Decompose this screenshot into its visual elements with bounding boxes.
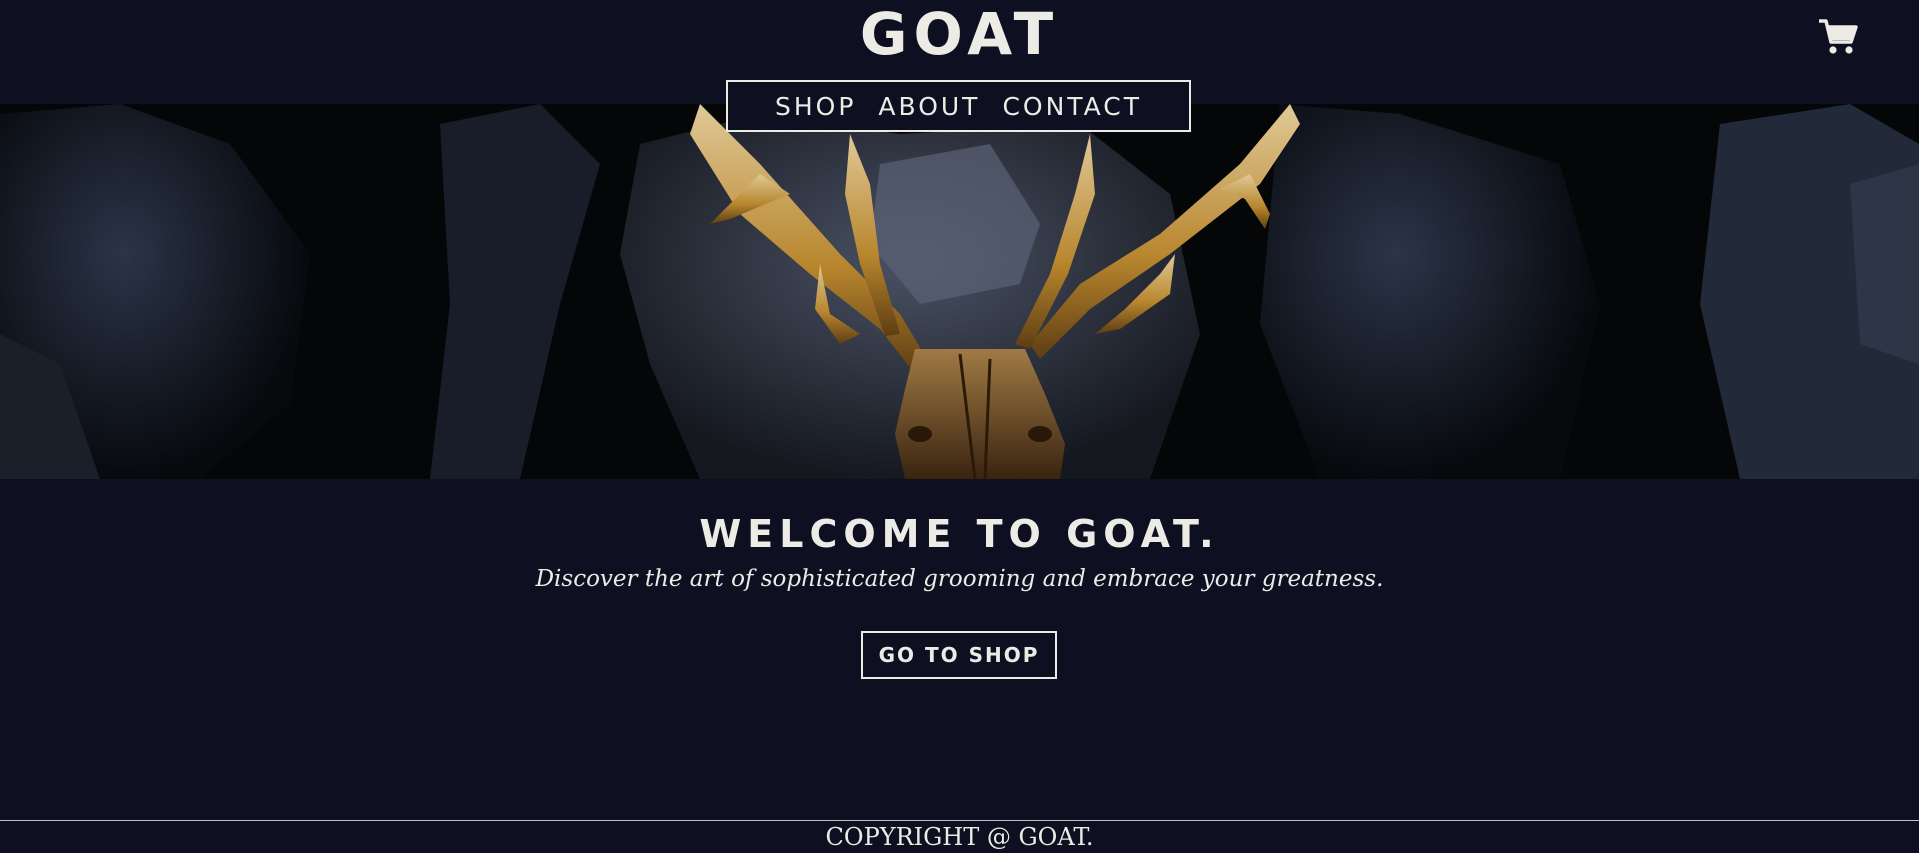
tagline: Discover the art of sophisticated groomi…	[535, 566, 1384, 592]
nav-item-contact[interactable]: CONTACT	[1002, 92, 1142, 121]
go-to-shop-button[interactable]: GO TO SHOP	[861, 631, 1057, 679]
shopping-cart-icon[interactable]	[1818, 18, 1858, 56]
main-nav: SHOP ABOUT CONTACT	[726, 80, 1191, 132]
site-logo[interactable]: GOAT	[0, 2, 1919, 66]
nav-item-shop[interactable]: SHOP	[775, 92, 856, 121]
hero-image	[0, 104, 1919, 479]
nav-item-about[interactable]: ABOUT	[878, 92, 980, 121]
copyright-text: COPYRIGHT @ GOAT.	[825, 823, 1094, 851]
footer-divider	[0, 820, 1919, 821]
welcome-heading: WELCOME TO GOAT.	[699, 512, 1220, 556]
